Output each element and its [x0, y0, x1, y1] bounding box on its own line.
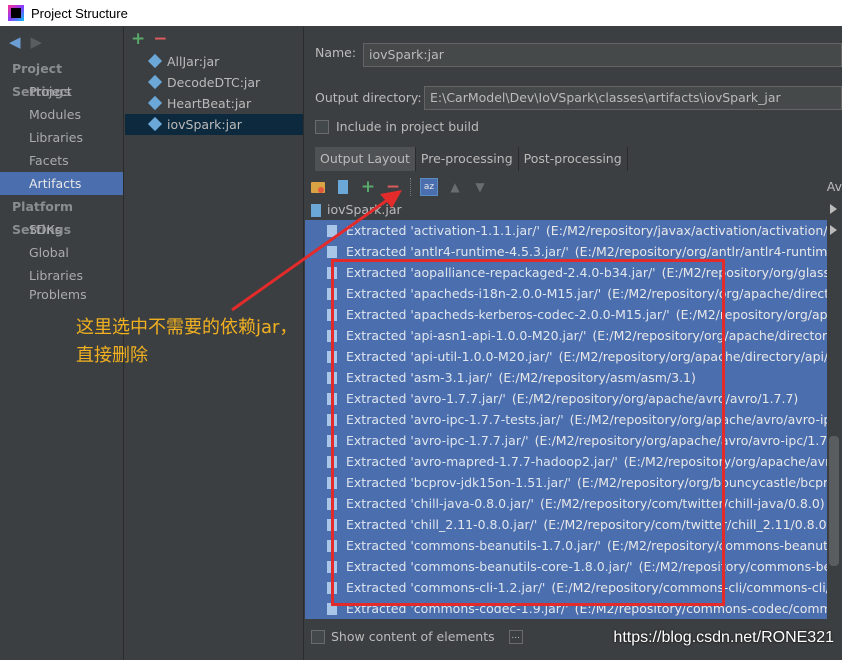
annotation-line-1: 这里选中不需要的依赖jar，	[76, 317, 298, 338]
annotation-note: 这里选中不需要的依赖jar， 直接删除	[76, 314, 297, 370]
annotation-line-2: 直接删除	[76, 345, 148, 366]
